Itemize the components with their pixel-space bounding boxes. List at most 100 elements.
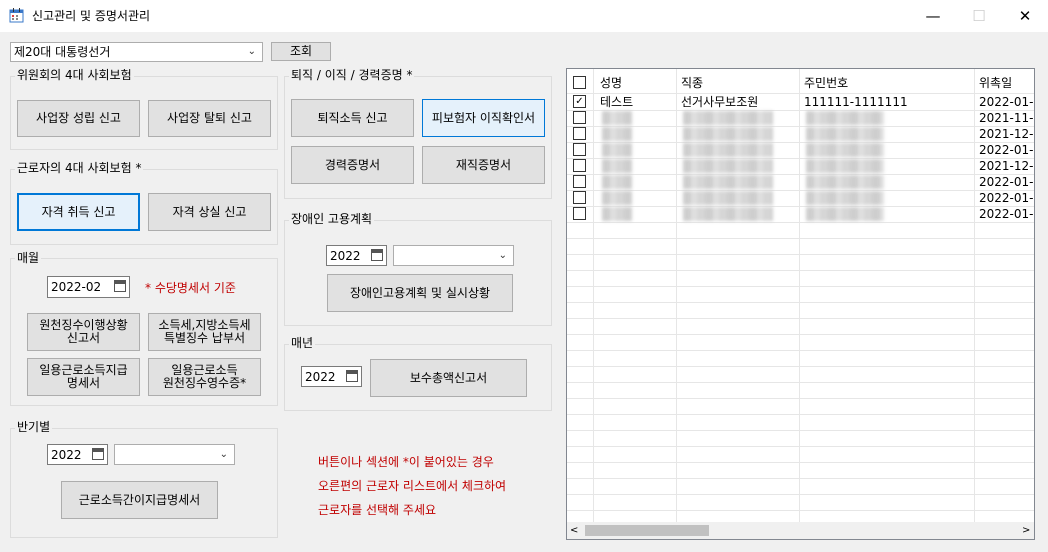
table-row xyxy=(567,318,1034,335)
committee-group-title: 위원회의 4대 사회보험 xyxy=(15,68,134,82)
redacted-text xyxy=(602,111,632,125)
disabled-year-value: 2022 xyxy=(330,249,361,263)
table-row[interactable]: 2021-12-2 xyxy=(567,126,1035,143)
scroll-thumb[interactable] xyxy=(585,525,709,536)
table-row xyxy=(567,398,1034,415)
row-checkbox[interactable] xyxy=(573,127,586,140)
disabled-period-select[interactable]: ⌄ xyxy=(393,245,514,266)
worker-list-grid[interactable]: 성명 직종 주민번호 위촉일 ✓ 테스트 선거사무보조원 111111-1111111… xyxy=(566,68,1035,540)
redacted-text xyxy=(602,159,632,173)
worker-group-title: 근로자의 4대 사회보험 * xyxy=(15,161,144,175)
redacted-text xyxy=(602,127,632,141)
scroll-left-icon[interactable]: < xyxy=(570,525,578,536)
halfyear-year-value: 2022 xyxy=(51,448,82,462)
row-checkbox[interactable] xyxy=(573,175,586,188)
table-row[interactable]: ✓ 테스트 선거사무보조원 111111-1111111 2022-01-1 xyxy=(567,94,1035,111)
redacted-text xyxy=(602,207,632,221)
scroll-right-icon[interactable]: > xyxy=(1022,525,1030,536)
election-select-value: 제20대 대통령선거 xyxy=(14,45,111,59)
qualification-loss-button[interactable]: 자격 상실 신고 xyxy=(148,193,271,231)
table-row xyxy=(567,382,1034,399)
calendar-icon xyxy=(114,280,126,292)
cell-date: 2021-12-2 xyxy=(979,127,1035,141)
yearly-year-picker[interactable]: 2022 xyxy=(301,366,362,387)
redacted-text xyxy=(806,127,884,141)
table-row xyxy=(567,462,1034,479)
calendar-icon xyxy=(371,249,383,261)
column-header-date[interactable]: 위촉일 xyxy=(979,75,1012,91)
workplace-withdraw-button[interactable]: 사업장 탈퇴 신고 xyxy=(148,100,271,137)
table-row xyxy=(567,494,1034,511)
chevron-down-icon: ⌄ xyxy=(247,46,256,57)
withholding-status-report-button[interactable]: 원천징수이행상황 신고서 xyxy=(27,313,140,351)
table-row xyxy=(567,350,1034,367)
redacted-text xyxy=(683,143,773,157)
column-header-job[interactable]: 직종 xyxy=(681,75,703,91)
row-checkbox[interactable] xyxy=(573,159,586,172)
redacted-text xyxy=(806,207,884,221)
election-select[interactable]: 제20대 대통령선거 ⌄ xyxy=(10,42,263,62)
cell-date: 2022-01-2 xyxy=(979,191,1035,205)
table-row[interactable]: 2021-11-0 xyxy=(567,110,1034,127)
career-certificate-button[interactable]: 경력증명서 xyxy=(291,146,414,184)
row-checkbox[interactable] xyxy=(573,207,586,220)
halfyear-period-select[interactable]: ⌄ xyxy=(114,444,235,465)
cell-rrn: 111111-1111111 xyxy=(804,95,908,109)
redacted-text xyxy=(683,191,773,205)
redacted-text xyxy=(683,207,773,221)
employment-certificate-button[interactable]: 재직증명서 xyxy=(422,146,545,184)
redacted-text xyxy=(683,127,773,141)
maximize-button[interactable]: ☐ xyxy=(956,0,1002,32)
insured-separation-confirm-button[interactable]: 피보험자 이직확인서 xyxy=(422,99,545,137)
monthly-group-title: 매월 xyxy=(15,251,42,265)
search-button[interactable]: 조회 xyxy=(271,42,331,61)
table-row[interactable]: 2022-01-2 xyxy=(567,142,1035,159)
yearly-year-value: 2022 xyxy=(305,370,336,384)
redacted-text xyxy=(602,191,632,205)
cell-date: 2022-01-1 xyxy=(979,95,1035,109)
workplace-establish-button[interactable]: 사업장 성립 신고 xyxy=(17,100,140,137)
retirement-income-report-button[interactable]: 퇴직소득 신고 xyxy=(291,99,414,137)
table-row xyxy=(567,270,1034,287)
monthly-date-value: 2022-02 xyxy=(51,280,102,294)
select-all-checkbox[interactable] xyxy=(573,76,586,89)
table-row xyxy=(567,414,1034,431)
income-tax-payment-button[interactable]: 소득세,지방소득세 특별징수 납부서 xyxy=(148,313,261,351)
daily-income-statement-button[interactable]: 일용근로소득지급 명세서 xyxy=(27,358,140,396)
redacted-text xyxy=(806,159,884,173)
monthly-note: * 수당명세서 기준 xyxy=(145,281,236,295)
horizontal-scrollbar[interactable]: < > xyxy=(567,522,1034,539)
minimize-button[interactable]: — xyxy=(910,0,956,32)
redacted-text xyxy=(683,175,773,189)
app-calendar-icon xyxy=(9,8,24,23)
qualification-acquire-button[interactable]: 자격 취득 신고 xyxy=(17,193,140,231)
halfyear-year-picker[interactable]: 2022 xyxy=(47,444,108,465)
column-header-name[interactable]: 성명 xyxy=(600,75,622,91)
table-row[interactable]: 2022-01-0 xyxy=(567,174,1034,191)
row-checkbox[interactable]: ✓ xyxy=(573,95,586,108)
total-pay-report-button[interactable]: 보수총액신고서 xyxy=(370,359,527,397)
table-row[interactable]: 2022-01-0 xyxy=(567,206,1034,223)
cell-date: 2021-12-2 xyxy=(979,159,1035,173)
redacted-text xyxy=(602,175,632,189)
row-checkbox[interactable] xyxy=(573,143,586,156)
row-checkbox[interactable] xyxy=(573,191,586,204)
redacted-text xyxy=(602,143,632,157)
column-header-rrn[interactable]: 주민번호 xyxy=(804,75,848,91)
table-row xyxy=(567,366,1034,383)
table-row[interactable]: 2022-01-2 xyxy=(567,190,1035,207)
table-row xyxy=(567,286,1034,303)
row-checkbox[interactable] xyxy=(573,111,586,124)
notice-line-3: 근로자를 선택해 주세요 xyxy=(318,503,437,517)
table-row xyxy=(567,254,1034,271)
close-button[interactable]: ✕ xyxy=(1002,0,1048,32)
grid-header: 성명 직종 주민번호 위촉일 xyxy=(567,73,1034,94)
daily-income-receipt-button[interactable]: 일용근로소득 원천징수영수증* xyxy=(148,358,261,396)
disabled-plan-button[interactable]: 장애인고용계획 및 실시상황 xyxy=(327,274,513,312)
notice-line-1: 버튼이나 섹션에 *이 붙어있는 경우 xyxy=(318,455,494,469)
disabled-year-picker[interactable]: 2022 xyxy=(326,245,387,266)
simple-pay-statement-button[interactable]: 근로소득간이지급명세서 xyxy=(61,481,218,519)
table-row[interactable]: 2021-12-2 xyxy=(567,158,1035,175)
cell-date: 2022-01-2 xyxy=(979,143,1035,157)
monthly-date-picker[interactable]: 2022-02 xyxy=(47,276,130,298)
